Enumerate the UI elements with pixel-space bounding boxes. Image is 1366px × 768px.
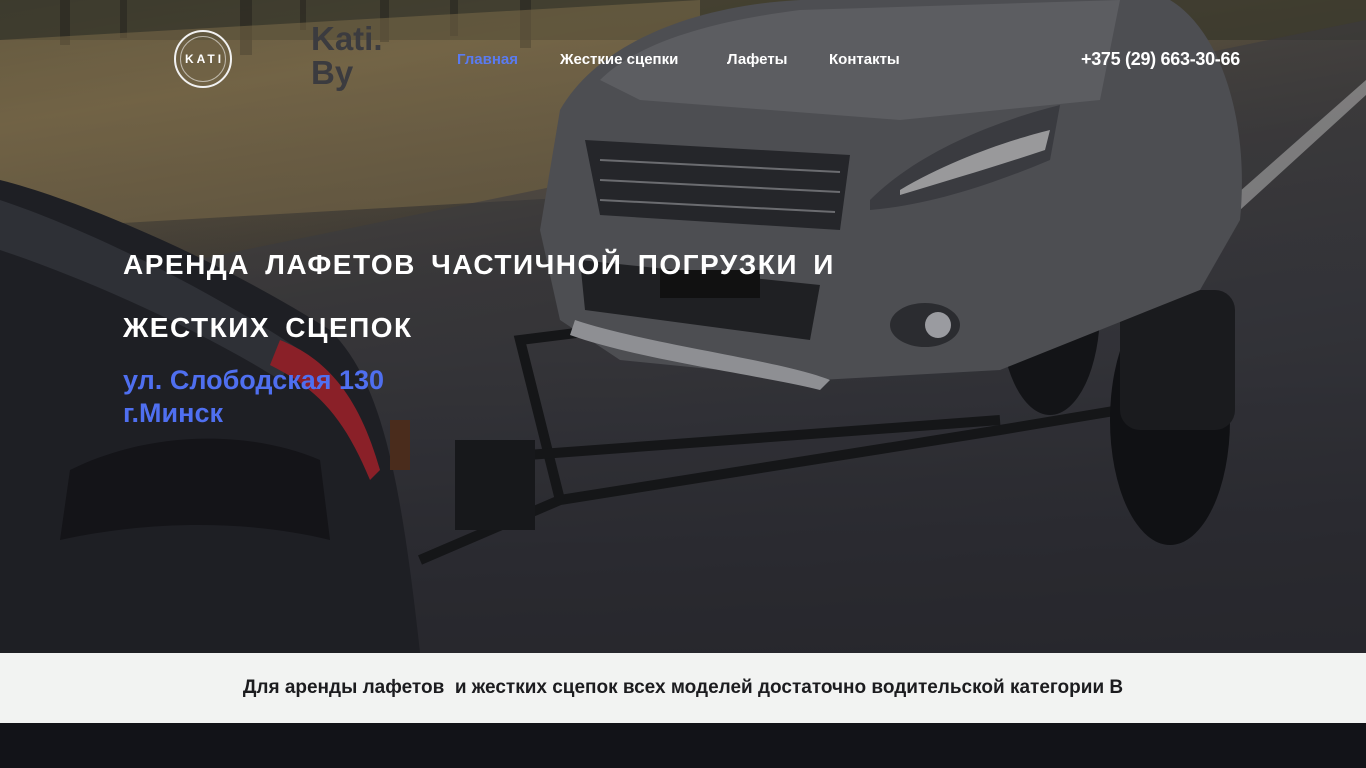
- logo[interactable]: KATI: [174, 30, 232, 88]
- nav-item-dollies[interactable]: Лафеты: [727, 51, 787, 68]
- address-city: г.Минск: [123, 398, 223, 428]
- logo-text: KATI: [184, 52, 225, 66]
- phone-link[interactable]: +375 (29) 663-30-66: [1081, 49, 1240, 70]
- nav-item-home[interactable]: Главная: [457, 51, 518, 68]
- nav-item-contacts[interactable]: Контакты: [829, 51, 900, 68]
- address: ул. Слободская 130 г.Минск: [123, 364, 384, 430]
- nav-item-rigid-hitches[interactable]: Жесткие сцепки: [560, 51, 678, 68]
- footer-band: [0, 723, 1366, 768]
- brand-line-2: By: [311, 54, 354, 91]
- brand-line-1: Kati.: [311, 20, 383, 57]
- hero-section: KATI Kati. By Главная Жесткие сцепки Лаф…: [0, 0, 1366, 653]
- info-strip: Для аренды лафетов и жестких сцепок всех…: [0, 653, 1366, 723]
- hero-headline: АРЕНДА ЛАФЕТОВ ЧАСТИЧНОЙ ПОГРУЗКИ И ЖЕСТ…: [123, 233, 883, 359]
- address-street: ул. Слободская 130: [123, 365, 385, 395]
- brand-name[interactable]: Kati. By: [311, 22, 421, 90]
- headline-line-1: АРЕНДА ЛАФЕТОВ ЧАСТИЧНОЙ ПОГРУЗКИ И: [123, 249, 835, 280]
- headline-line-2: ЖЕСТКИХ СЦЕПОК: [123, 312, 413, 343]
- info-strip-text: Для аренды лафетов и жестких сцепок всех…: [242, 677, 1124, 698]
